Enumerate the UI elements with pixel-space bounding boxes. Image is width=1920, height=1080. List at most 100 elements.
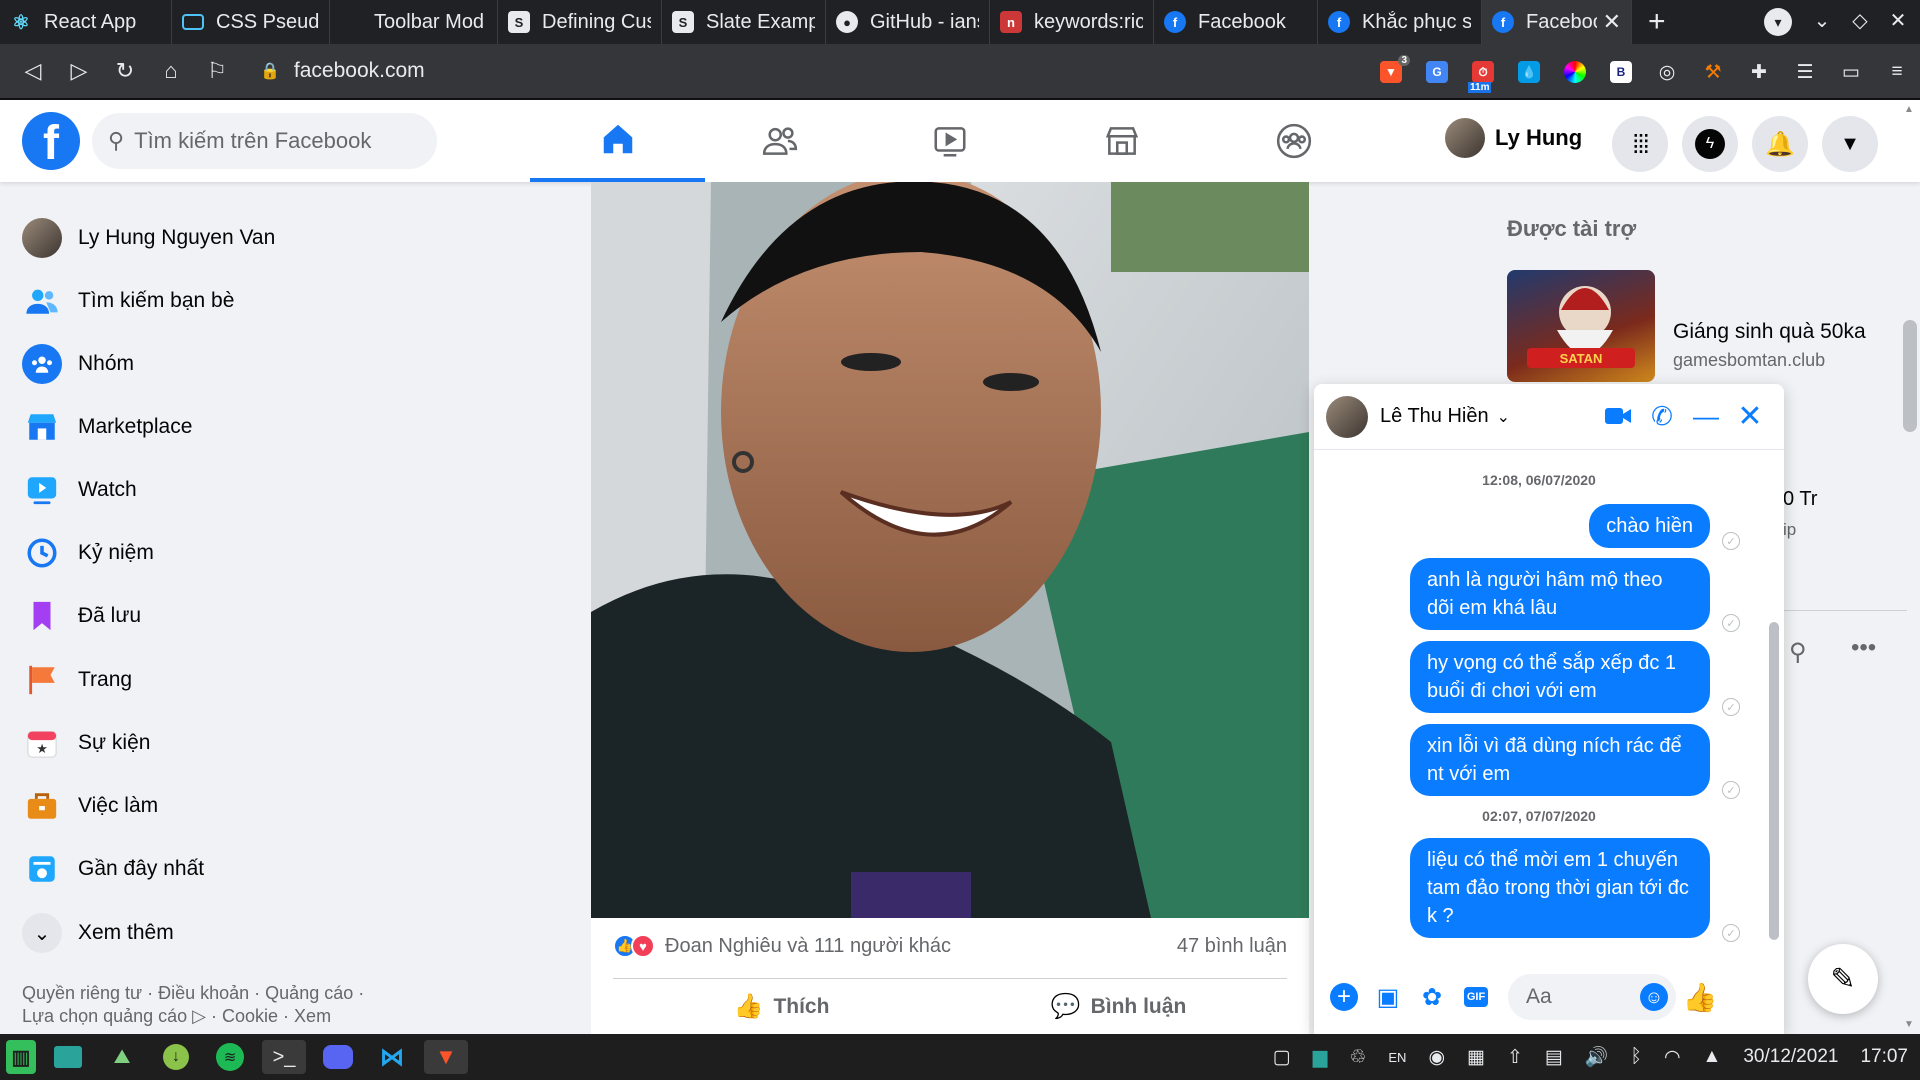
manjaro-menu-icon[interactable]: ▥ [6,1040,36,1074]
bookmark-icon[interactable]: ⚐ [194,58,240,84]
footer-line-2[interactable]: Lựa chọn quảng cáo ▷ · Cookie · Xem [22,1005,402,1028]
bluetooth-icon[interactable]: ᛒ [1631,1046,1642,1068]
profile-chip[interactable]: Ly Hung [1445,118,1582,158]
notification-icon[interactable]: ♲ [1349,1046,1366,1069]
tab-npm-keywords[interactable]: n keywords:ric [990,0,1154,44]
tab-github[interactable]: ● GitHub - ians [826,0,990,44]
clipboard-icon[interactable]: ▤ [1545,1046,1563,1069]
close-window-icon[interactable]: ✕ [1884,8,1912,36]
hammer-icon[interactable]: ⚒ [1690,44,1736,100]
message-bubble[interactable]: chào hiền [1589,504,1710,548]
sidebar-item-saved[interactable]: Đã lưu [22,596,141,636]
close-tab-icon[interactable]: ✕ [1597,9,1621,35]
sidebar-item-jobs[interactable]: Việc làm [22,786,158,826]
comments-count[interactable]: 47 bình luận [1177,935,1287,958]
reactions-summary[interactable]: 👍 ♥ Đoan Nghiêu và 111 người khác 47 bìn… [613,934,1287,958]
sidebar-item-recent[interactable]: Gần đây nhất [22,849,204,889]
tab-toolbar-mod[interactable]: Toolbar Mod [330,0,498,44]
new-message-button[interactable]: ✎ [1808,944,1878,1014]
voice-call-icon[interactable]: ✆ [1644,398,1680,434]
thumbs-up-send-icon[interactable]: 👍 [1682,979,1718,1015]
home-icon[interactable]: ⌂ [148,58,194,84]
timer-extension-icon[interactable]: ⏱ 11m [1460,44,1506,100]
message-input[interactable]: Aa ☺ [1508,974,1676,1020]
target-icon[interactable]: ◎ [1644,44,1690,100]
page-scroll-thumb[interactable] [1903,320,1917,432]
more-options-icon[interactable]: ••• [1851,634,1876,662]
show-desktop-icon[interactable]: ▢ [1273,1046,1291,1069]
message-bubble[interactable]: liệu có thể mời em 1 chuyến tam đảo tron… [1410,838,1710,938]
b-extension-icon[interactable]: B [1598,44,1644,100]
file-manager-icon[interactable] [46,1040,90,1074]
scroll-down-arrow-icon[interactable]: ▼ [1904,1019,1914,1030]
message-bubble[interactable]: xin lỗi vì đã dùng ních rác để nt với em [1410,724,1710,796]
facebook-logo-icon[interactable]: f [22,112,80,170]
media-icon[interactable]: ◉ [1428,1046,1445,1069]
emoji-icon[interactable]: ☺ [1640,983,1668,1011]
nav-marketplace[interactable] [1034,100,1209,182]
volume-icon[interactable]: 🔊 [1585,1045,1609,1069]
discord-icon[interactable] [316,1040,360,1074]
comment-button[interactable]: 💬 Bình luận [950,992,1287,1021]
tab-defining-cus[interactable]: S Defining Cus [498,0,662,44]
scroll-up-arrow-icon[interactable]: ▲ [1904,104,1914,115]
nav-watch[interactable] [862,100,1037,182]
post-photo[interactable] [591,182,1309,918]
tab-search-icon[interactable]: ▾ [1764,8,1792,36]
sidebar-item-groups[interactable]: Nhóm [22,344,134,384]
wifi-icon[interactable]: ◠ [1664,1046,1681,1069]
nav-friends[interactable] [692,100,867,182]
page-scrollbar[interactable]: ▲ ▼ [1900,100,1920,1034]
new-tab-icon[interactable]: + [1648,5,1678,39]
minimize-window-icon[interactable]: ⌄ [1808,8,1836,36]
terminal-icon[interactable]: >_ [262,1040,306,1074]
tab-facebook[interactable]: f Facebook [1154,0,1318,44]
gif-icon[interactable]: GIF [1458,979,1494,1015]
messenger-button[interactable]: ϟ [1682,116,1738,172]
date[interactable]: 30/12/2021 [1743,1046,1838,1068]
wallet-icon[interactable]: ▭ [1828,44,1874,100]
sidebar-item-profile[interactable]: Ly Hung Nguyen Van [22,218,275,258]
keyboard-layout[interactable]: EN [1388,1050,1406,1065]
notifications-button[interactable]: 🔔 [1752,116,1808,172]
tab-facebook-active[interactable]: f Faceboo ✕ [1482,0,1632,44]
nav-home[interactable] [530,100,705,182]
video-call-icon[interactable] [1600,398,1636,434]
tab-khac-phuc[interactable]: f Khắc phục s [1318,0,1482,44]
minimize-chat-icon[interactable]: — [1688,398,1724,434]
brave-browser-icon[interactable]: ▼ [424,1040,468,1074]
ad-domain[interactable]: gamesbomtan.club [1673,350,1825,371]
ad-image[interactable]: SATAN [1507,270,1655,382]
sidebar-item-see-more[interactable]: ⌄ Xem thêm [22,913,174,953]
restore-window-icon[interactable]: ◇ [1846,8,1874,36]
ad-title[interactable]: Giáng sinh quà 50ka [1673,320,1866,344]
forward-icon[interactable]: ▷ [56,58,102,84]
puzzle-icon[interactable]: ✚ [1736,44,1782,100]
search-input[interactable]: ⚲ Tìm kiếm trên Facebook [92,113,437,169]
like-button[interactable]: 👍 Thích [613,992,950,1021]
contact-avatar[interactable] [1326,395,1368,438]
contact-name-button[interactable]: Lê Thu Hiền ⌄ [1380,405,1510,428]
footer-line-1[interactable]: Quyền riêng tư · Điều khoản · Quảng cáo … [22,982,402,1005]
sidebar-item-pages[interactable]: Trang [22,660,132,700]
sidebar-item-memories[interactable]: Kỷ niệm [22,533,154,573]
contacts-search-icon[interactable]: ⚲ [1789,638,1807,667]
time[interactable]: 17:07 [1860,1046,1908,1068]
reading-list-icon[interactable]: ☰ [1782,44,1828,100]
account-button[interactable]: ▼ [1822,116,1878,172]
display-icon[interactable]: ▦ [1467,1046,1485,1069]
tray-expand-icon[interactable]: ▲ [1703,1046,1722,1068]
tab-css-pseudo[interactable]: CSS Pseudo [172,0,330,44]
menu-grid-button[interactable]: ⁞⁞⁞ [1612,116,1668,172]
message-bubble[interactable]: anh là người hâm mộ theo dõi em khá lâu [1410,558,1710,630]
brave-shields-icon[interactable]: ▼ 3 [1368,44,1414,100]
update-icon[interactable]: ⇧ [1507,1046,1523,1069]
sidebar-item-events[interactable]: ★ Sự kiện [22,723,150,763]
close-chat-icon[interactable]: ✕ [1732,398,1768,434]
spotify-icon[interactable]: ≋ [208,1040,252,1074]
tab-slate-examp[interactable]: S Slate Examp [662,0,826,44]
sidebar-item-watch[interactable]: Watch [22,470,137,510]
sticker-icon[interactable]: ✿ [1414,979,1450,1015]
menu-icon[interactable]: ≡ [1874,44,1920,100]
attach-photo-icon[interactable]: ▣ [1370,979,1406,1015]
